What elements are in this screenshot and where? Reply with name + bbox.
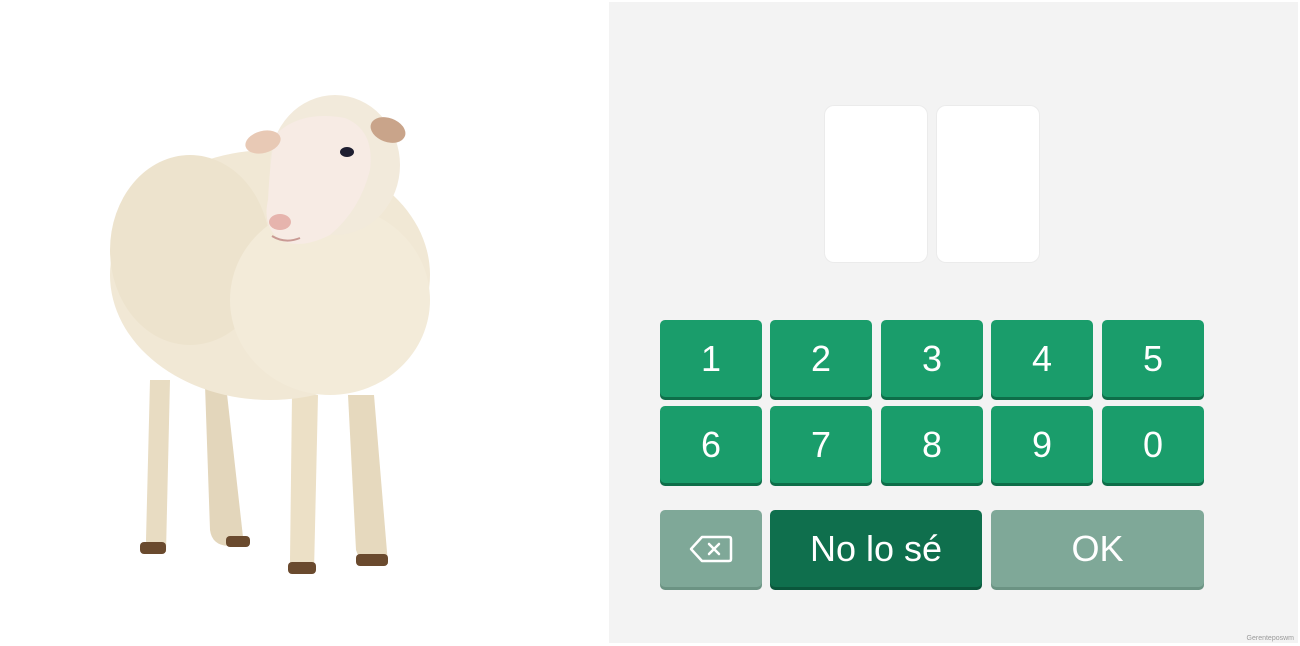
watermark-text: Gerenteposwm xyxy=(1246,635,1294,642)
key-5[interactable]: 5 xyxy=(1102,320,1204,397)
key-2[interactable]: 2 xyxy=(770,320,872,397)
key-0[interactable]: 0 xyxy=(1102,406,1204,483)
key-3[interactable]: 3 xyxy=(881,320,983,397)
key-8[interactable]: 8 xyxy=(881,406,983,483)
backspace-button[interactable] xyxy=(660,510,762,587)
key-1[interactable]: 1 xyxy=(660,320,762,397)
dont-know-button[interactable]: No lo sé xyxy=(770,510,982,587)
key-6[interactable]: 6 xyxy=(660,406,762,483)
key-4[interactable]: 4 xyxy=(991,320,1093,397)
answer-digit-box-2[interactable] xyxy=(937,106,1039,262)
sheep-icon xyxy=(110,95,430,574)
quiz-panel: 1 2 3 4 5 6 7 8 9 0 No lo sé OK xyxy=(609,2,1298,643)
key-9[interactable]: 9 xyxy=(991,406,1093,483)
image-pane xyxy=(0,0,609,646)
ok-button[interactable]: OK xyxy=(991,510,1204,587)
key-7[interactable]: 7 xyxy=(770,406,872,483)
backspace-icon xyxy=(689,535,733,562)
answer-digit-box-1[interactable] xyxy=(825,106,927,262)
